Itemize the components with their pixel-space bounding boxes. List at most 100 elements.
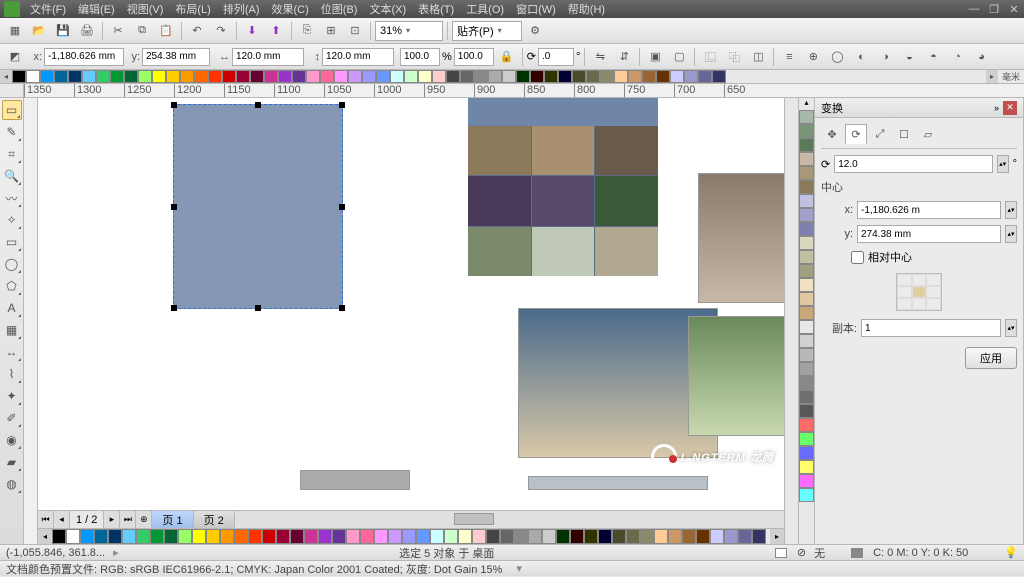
ungroup-all-icon[interactable]: ◫ [747,46,769,68]
top-swatch[interactable] [670,70,684,83]
center-y-input[interactable] [857,225,1001,243]
obj-origin-icon[interactable]: ◩ [4,46,26,68]
mini-swatch[interactable] [799,194,814,208]
top-swatch[interactable] [40,70,54,83]
tab-position-icon[interactable]: ✥ [821,124,843,144]
doc-swatch[interactable] [346,529,360,544]
copies-spin[interactable]: ▴▾ [1005,319,1017,337]
top-swatch[interactable] [404,70,418,83]
group-icon[interactable]: ⿺ [699,46,721,68]
doc-swatch[interactable] [430,529,444,544]
combine-icon[interactable]: ⊕ [802,46,824,68]
top-swatch[interactable] [250,70,264,83]
tool-pick[interactable]: ▭ [2,100,22,120]
page-tab-2[interactable]: 页 2 [194,511,235,528]
doc-swatch[interactable] [486,529,500,544]
front-minus-icon[interactable]: ◓ [922,46,944,68]
center-x-input[interactable] [857,201,1001,219]
doc-swatch[interactable] [360,529,374,544]
doc-swatch[interactable] [584,529,598,544]
save-icon[interactable]: 💾 [52,20,74,42]
object-photo-grid[interactable] [468,126,658,276]
doc-swatch[interactable] [458,529,472,544]
copy-icon[interactable]: ⧉ [131,20,153,42]
menu-文件F[interactable]: 文件(F) [24,0,72,19]
top-swatch[interactable] [12,70,26,83]
publish-pdf-icon[interactable]: ⎘ [296,20,318,42]
mini-swatch[interactable] [799,320,814,334]
top-swatch[interactable] [278,70,292,83]
menu-编辑E[interactable]: 编辑(E) [72,0,121,19]
weld-icon[interactable]: ◯ [826,46,848,68]
doc-swatch[interactable] [444,529,458,544]
menu-工具O[interactable]: 工具(O) [460,0,510,19]
top-swatch[interactable] [558,70,572,83]
palette-scroll-right[interactable]: ▸ [986,70,998,83]
top-swatch[interactable] [54,70,68,83]
menu-表格T[interactable]: 表格(T) [412,0,460,19]
docker-flyout-icon[interactable]: » [994,103,999,113]
page-next-button[interactable]: ▸ [104,511,120,528]
doc-swatch[interactable] [654,529,668,544]
cy-spin[interactable]: ▴▾ [1005,225,1017,243]
cx-spin[interactable]: ▴▾ [1005,201,1017,219]
doc-swatch[interactable] [556,529,570,544]
doc-swatch[interactable] [304,529,318,544]
top-swatch[interactable] [292,70,306,83]
top-swatch[interactable] [460,70,474,83]
fill-swatch-icon[interactable] [775,548,787,558]
mini-swatch[interactable] [799,306,814,320]
mini-swatch[interactable] [799,278,814,292]
top-swatch[interactable] [264,70,278,83]
welcome-icon[interactable]: ⊡ [344,20,366,42]
snap-combo[interactable]: 贴齐(P) [452,21,522,41]
tool-connector[interactable]: ⌇ [2,364,22,384]
mini-swatch[interactable] [799,166,814,180]
top-swatch[interactable] [474,70,488,83]
top-swatch[interactable] [614,70,628,83]
tab-rotate-icon[interactable]: ⟳ [845,124,867,144]
mini-swatch[interactable] [799,348,814,362]
mini-swatch[interactable] [799,390,814,404]
mini-swatch[interactable] [799,404,814,418]
top-swatch[interactable] [432,70,446,83]
canvas[interactable]: L NGTERM 龙腾 [38,98,784,510]
doc-swatch[interactable] [542,529,556,544]
top-swatch[interactable] [698,70,712,83]
doc-swatch[interactable] [136,529,150,544]
mini-swatch[interactable] [799,124,814,138]
top-swatch[interactable] [138,70,152,83]
outline-swatch-icon[interactable] [851,548,863,558]
object-photo-4[interactable] [300,470,410,490]
options-icon[interactable]: ⚙ [524,20,546,42]
lock-ratio-icon[interactable]: 🔒 [496,46,518,68]
obj-y-input[interactable] [142,48,210,66]
trim-icon[interactable]: ◐ [850,46,872,68]
doc-swatch[interactable] [80,529,94,544]
import-icon[interactable]: ⬇ [241,20,263,42]
doc-swatch[interactable] [150,529,164,544]
top-swatch[interactable] [390,70,404,83]
doc-swatch[interactable] [108,529,122,544]
top-swatch[interactable] [222,70,236,83]
doc-swatch[interactable] [752,529,766,544]
cut-icon[interactable]: ✂ [107,20,129,42]
top-swatch[interactable] [166,70,180,83]
doc-swatch[interactable] [164,529,178,544]
obj-width-input[interactable] [232,48,304,66]
top-swatch[interactable] [586,70,600,83]
page-tab-1[interactable]: 页 1 [152,511,193,528]
top-swatch[interactable] [446,70,460,83]
top-swatch[interactable] [656,70,670,83]
paste-icon[interactable]: 📋 [155,20,177,42]
top-swatch[interactable] [152,70,166,83]
top-swatch[interactable] [362,70,376,83]
tool-table[interactable]: ▦ [2,320,22,340]
doc-swatch[interactable] [220,529,234,544]
ruler-origin[interactable] [0,84,24,97]
top-swatch[interactable] [684,70,698,83]
doc-swatch[interactable] [66,529,80,544]
docker-close-button[interactable]: ✕ [1003,101,1017,115]
top-swatch[interactable] [236,70,250,83]
doc-swatch[interactable] [262,529,276,544]
